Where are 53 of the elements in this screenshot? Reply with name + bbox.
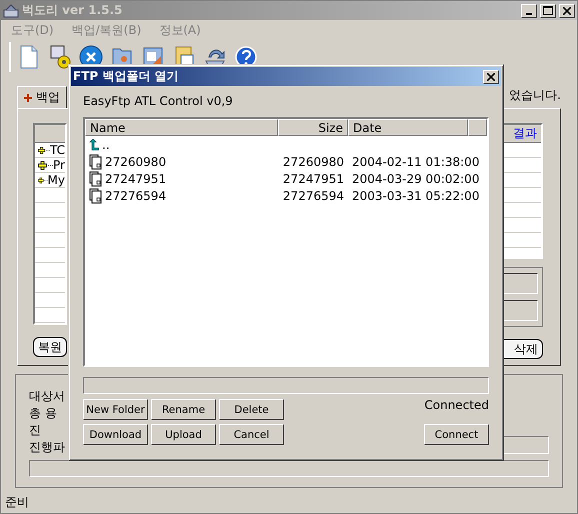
action-button[interactable]: Upload	[151, 424, 216, 445]
tree-item[interactable]: My	[48, 173, 65, 187]
close-button[interactable]	[559, 4, 575, 18]
tree-item[interactable]: Pr	[53, 158, 65, 172]
maximize-icon	[543, 6, 553, 15]
minimize-button[interactable]	[521, 4, 537, 18]
file-date: 2004-03-29 00:02:00	[351, 172, 478, 186]
document-icon	[89, 170, 102, 186]
file-size: 27276594	[282, 188, 345, 202]
action-button[interactable]: Download	[83, 424, 148, 445]
file-size: 27247951	[282, 172, 345, 186]
close-icon	[563, 6, 571, 14]
file-date: 2003-03-31 05:22:00	[351, 188, 478, 202]
column-header[interactable]: Date	[348, 119, 468, 136]
file-name[interactable]: 27247951	[85, 170, 278, 186]
file-size: 27260980	[282, 154, 345, 168]
action-button[interactable]: Rename	[151, 399, 216, 420]
column-header[interactable]: Size	[278, 119, 348, 136]
connect-button[interactable]: Connect	[424, 424, 489, 445]
tree-item[interactable]: TC	[50, 143, 65, 157]
document-icon	[89, 154, 102, 170]
action-button[interactable]: New Folder	[83, 399, 148, 420]
file-name[interactable]: 27276594	[85, 188, 278, 204]
up-arrow-icon	[89, 138, 99, 150]
info-label: 대상서	[29, 389, 65, 403]
column-header[interactable]: Name	[85, 119, 278, 136]
status-text: 준비	[5, 494, 29, 510]
close-icon	[487, 72, 495, 80]
info-label: 총 용	[29, 406, 58, 420]
dialog-title: FTP 백업폴더 열기	[73, 68, 180, 85]
gear-computer-icon[interactable]	[48, 44, 72, 70]
plus-icon[interactable]	[38, 176, 48, 184]
restore-button[interactable]: 복원	[33, 337, 67, 357]
plus-icon[interactable]	[38, 146, 50, 154]
connection-status: Connected	[424, 398, 489, 412]
action-button[interactable]: Cancel	[219, 424, 284, 445]
notice-text: 었습니다.	[509, 87, 561, 104]
plus-icon	[24, 94, 32, 102]
file-name[interactable]: ..	[85, 138, 278, 152]
app-icon	[3, 4, 19, 18]
version-label: EasyFtp ATL Control v0,9	[83, 94, 234, 108]
maximize-button[interactable]	[540, 4, 556, 18]
info-label: 진행파	[29, 440, 65, 454]
action-button[interactable]: Delete	[219, 399, 284, 420]
document-icon	[89, 188, 102, 204]
tab[interactable]: 백업	[17, 86, 67, 108]
info-label: 진	[29, 423, 42, 437]
file-date: 2004-02-11 01:38:00	[351, 154, 478, 168]
plus-icon[interactable]	[38, 160, 53, 170]
close-button[interactable]	[483, 70, 499, 84]
minimize-icon	[526, 12, 532, 14]
window-title: 벅도리 ver 1.5.5	[22, 2, 124, 19]
file-name[interactable]: 27260980	[85, 154, 278, 170]
